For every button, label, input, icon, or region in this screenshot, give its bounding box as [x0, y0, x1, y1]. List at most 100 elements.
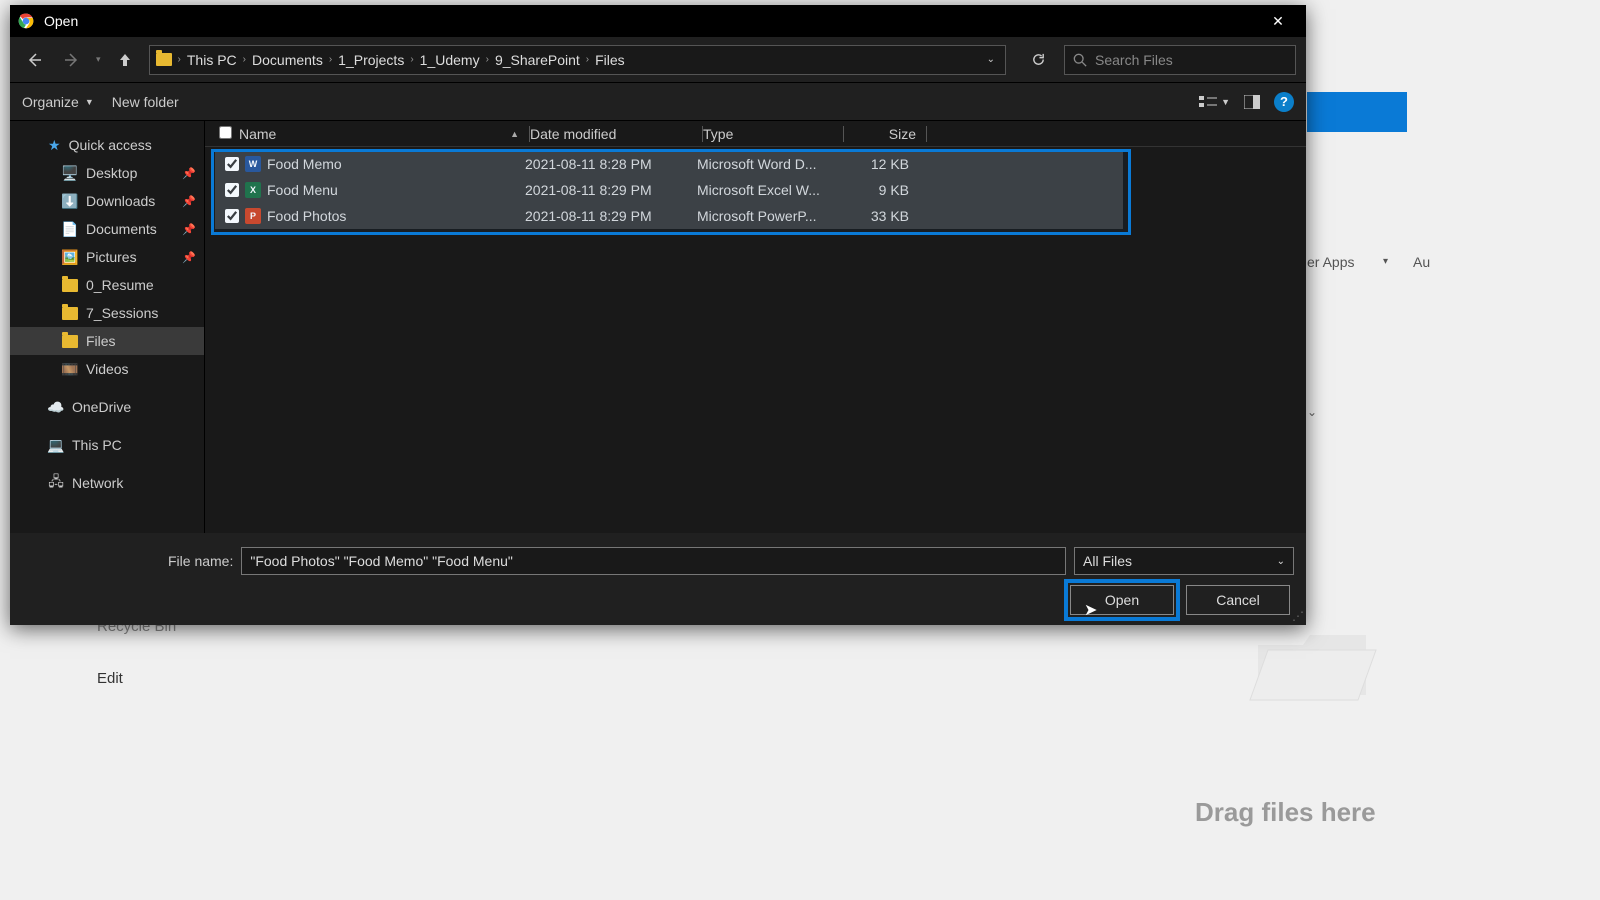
file-list-pane: Name ▲ Date modified Type Size W Food Mem…: [205, 121, 1306, 533]
row-checkbox[interactable]: [223, 209, 241, 223]
desktop-icon: 🖥️: [62, 166, 78, 180]
cancel-button[interactable]: Cancel: [1186, 585, 1290, 615]
bg-au-text: Au: [1413, 254, 1430, 270]
file-name-input[interactable]: [241, 547, 1066, 575]
select-all-checkbox[interactable]: [219, 126, 232, 139]
forward-button[interactable]: [58, 46, 86, 74]
file-size: 33 KB: [837, 208, 909, 224]
view-options-button[interactable]: ▼: [1199, 95, 1230, 109]
file-type-select[interactable]: All Files ⌄: [1074, 547, 1294, 575]
column-size[interactable]: Size: [844, 126, 926, 142]
sidebar-item-downloads[interactable]: ⬇️ Downloads 📌: [10, 187, 204, 215]
new-folder-button[interactable]: New folder: [112, 94, 179, 110]
word-icon: W: [245, 156, 261, 172]
breadcrumb-files[interactable]: Files: [595, 52, 625, 68]
back-button[interactable]: [20, 46, 48, 74]
sidebar-item-label: Pictures: [86, 249, 137, 265]
up-button[interactable]: [111, 46, 139, 74]
sort-asc-icon: ▲: [510, 129, 519, 139]
new-folder-label: New folder: [112, 94, 179, 110]
breadcrumb-projects[interactable]: 1_Projects: [338, 52, 404, 68]
chevron-icon: ›: [486, 54, 489, 65]
sidebar-network[interactable]: 🖧 Network: [10, 469, 204, 497]
video-icon: 🎞️: [62, 362, 78, 376]
resize-grip-icon[interactable]: ⋰: [1292, 609, 1304, 623]
preview-pane-button[interactable]: [1244, 95, 1260, 109]
network-icon: 🖧: [48, 476, 64, 490]
chevron-down-icon: ▾: [1383, 256, 1388, 267]
sidebar-item-videos[interactable]: 🎞️Videos: [10, 355, 204, 383]
open-button[interactable]: Open: [1070, 585, 1174, 615]
file-list[interactable]: W Food Memo 2021-08-11 8:28 PM Microsoft…: [205, 147, 1306, 533]
file-row[interactable]: P Food Photos 2021-08-11 8:29 PM Microso…: [215, 203, 1123, 229]
search-icon: [1073, 53, 1087, 67]
sidebar-item-label: Downloads: [86, 193, 155, 209]
sidebar-quick-access[interactable]: ★Quick access: [10, 131, 204, 159]
column-name[interactable]: Name ▲: [239, 126, 529, 142]
sidebar-item-pictures[interactable]: 🖼️Pictures📌: [10, 243, 204, 271]
recent-locations-icon[interactable]: ▾: [96, 54, 101, 65]
sidebar-item-label: 0_Resume: [86, 277, 154, 293]
sidebar-item-desktop[interactable]: 🖥️Desktop📌: [10, 159, 204, 187]
file-name: Food Memo: [267, 156, 525, 172]
help-button[interactable]: ?: [1274, 92, 1294, 112]
pc-icon: 💻: [48, 438, 64, 452]
bottom-bar: File name: All Files ⌄ Open Cancel: [10, 533, 1306, 625]
column-date[interactable]: Date modified: [530, 126, 702, 142]
chevron-icon: ›: [178, 54, 181, 65]
sidebar-item-sessions[interactable]: 7_Sessions: [10, 299, 204, 327]
sidebar-item-documents[interactable]: 📄Documents📌: [10, 215, 204, 243]
chevron-icon: ›: [329, 54, 332, 65]
row-checkbox[interactable]: [223, 157, 241, 171]
folder-icon: [62, 335, 78, 348]
bg-ribbon: [1307, 92, 1407, 132]
bg-edit-text: Edit: [97, 670, 123, 687]
search-box[interactable]: Search Files: [1064, 45, 1296, 75]
organize-label: Organize: [22, 94, 79, 110]
chevron-icon: ›: [243, 54, 246, 65]
file-type: Microsoft PowerP...: [697, 208, 837, 224]
chevron-down-icon: ⌄: [1307, 405, 1317, 419]
row-checkbox[interactable]: [223, 183, 241, 197]
document-icon: 📄: [62, 222, 78, 236]
refresh-button[interactable]: [1022, 45, 1054, 75]
folder-icon: [62, 307, 78, 320]
close-button[interactable]: ✕: [1258, 6, 1298, 36]
file-date: 2021-08-11 8:29 PM: [525, 208, 697, 224]
chrome-icon: [18, 13, 34, 29]
column-separator[interactable]: [926, 126, 927, 142]
column-type[interactable]: Type: [703, 126, 843, 142]
organize-button[interactable]: Organize ▼: [22, 94, 94, 110]
file-size: 12 KB: [837, 156, 909, 172]
pictures-icon: 🖼️: [62, 250, 78, 264]
breadcrumb-thispc[interactable]: This PC: [187, 52, 237, 68]
dialog-title: Open: [44, 13, 1258, 29]
address-dropdown-icon[interactable]: ⌄: [983, 54, 999, 65]
sidebar-item-label: Desktop: [86, 165, 137, 181]
breadcrumb-sharepoint[interactable]: 9_SharePoint: [495, 52, 580, 68]
file-type: Microsoft Word D...: [697, 156, 837, 172]
sidebar-item-label: Network: [72, 475, 123, 491]
file-date: 2021-08-11 8:29 PM: [525, 182, 697, 198]
file-type-value: All Files: [1083, 553, 1132, 569]
sidebar-item-files[interactable]: Files: [10, 327, 204, 355]
column-headers: Name ▲ Date modified Type Size: [205, 121, 1306, 147]
pin-icon: 📌: [182, 223, 196, 236]
file-row[interactable]: X Food Menu 2021-08-11 8:29 PM Microsoft…: [215, 177, 1123, 203]
nav-bar: ▾ › This PC › Documents › 1_Projects › 1…: [10, 37, 1306, 83]
breadcrumb-udemy[interactable]: 1_Udemy: [420, 52, 480, 68]
chevron-down-icon: ▼: [1221, 97, 1230, 107]
chevron-down-icon: ▼: [85, 97, 94, 107]
address-bar[interactable]: › This PC › Documents › 1_Projects › 1_U…: [149, 45, 1006, 75]
sidebar-item-label: This PC: [72, 437, 122, 453]
breadcrumb-documents[interactable]: Documents: [252, 52, 323, 68]
sidebar-item-label: Quick access: [69, 137, 152, 153]
file-name: Food Photos: [267, 208, 525, 224]
pin-icon: 📌: [182, 195, 196, 208]
sidebar-this-pc[interactable]: 💻 This PC: [10, 431, 204, 459]
download-icon: ⬇️: [62, 194, 78, 208]
column-label: Name: [239, 126, 276, 142]
sidebar-item-resume[interactable]: 0_Resume: [10, 271, 204, 299]
sidebar-onedrive[interactable]: ☁️OneDrive: [10, 393, 204, 421]
file-row[interactable]: W Food Memo 2021-08-11 8:28 PM Microsoft…: [215, 151, 1123, 177]
